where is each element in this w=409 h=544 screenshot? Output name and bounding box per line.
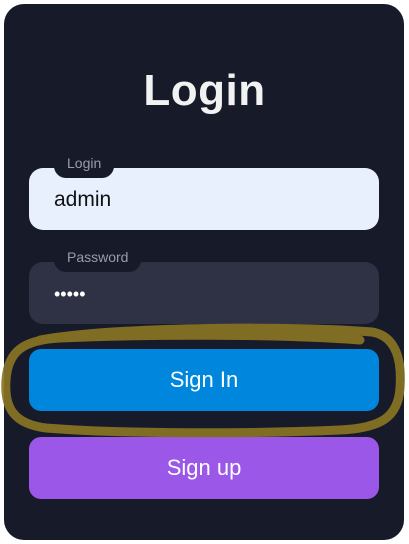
page: Login admin Login ••••• Password Sign In…: [0, 0, 409, 544]
sign-in-button[interactable]: Sign In: [29, 349, 379, 411]
sign-up-button[interactable]: Sign up: [29, 437, 379, 499]
password-field-label: Password: [54, 246, 142, 272]
login-field-label: Login: [54, 152, 115, 178]
page-title: Login: [143, 66, 266, 115]
